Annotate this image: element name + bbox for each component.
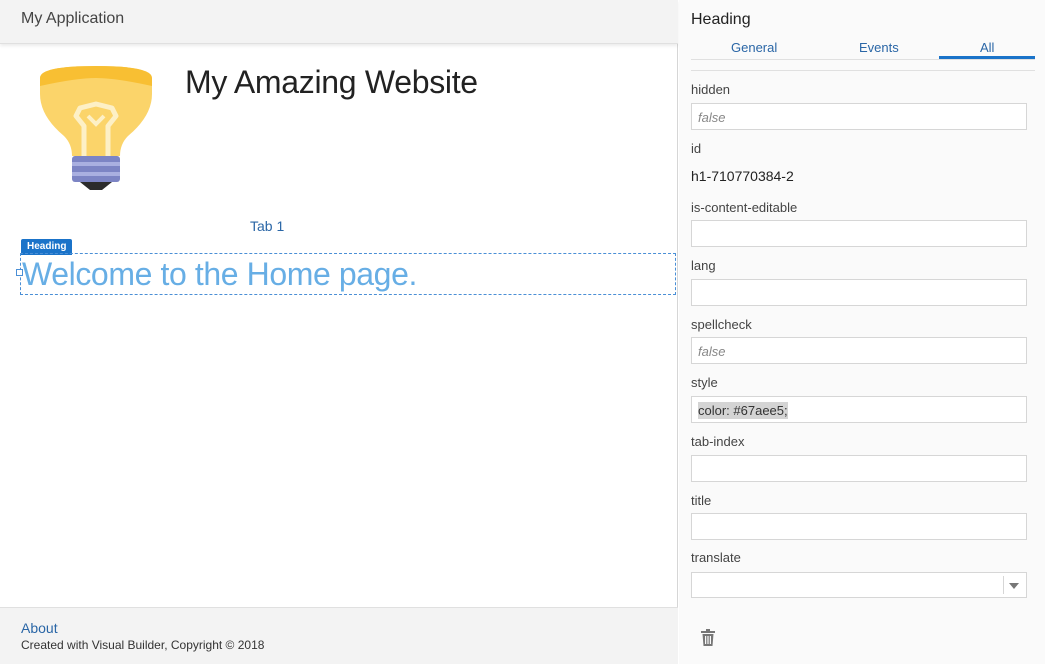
copyright-text: Created with Visual Builder, Copyright ©… (21, 638, 265, 652)
tab-1-label[interactable]: Tab 1 (250, 218, 284, 234)
chevron-down-icon[interactable] (1009, 583, 1019, 589)
app-header: My Application (0, 0, 678, 44)
page-canvas: My Application My Amazing Website Tab 1 … (0, 0, 678, 664)
tab-all[interactable]: All (980, 40, 994, 55)
about-link[interactable]: About (21, 620, 58, 636)
tab-index-label: tab-index (691, 434, 745, 449)
style-field-value: color: #67aee5; (698, 402, 788, 419)
site-title: My Amazing Website (185, 64, 478, 100)
style-field[interactable]: color: #67aee5; (691, 396, 1027, 423)
translate-select[interactable] (691, 572, 1027, 598)
lang-field[interactable] (691, 279, 1027, 306)
id-value: h1-710770384-2 (691, 168, 794, 184)
panel-title: Heading (691, 11, 751, 28)
title-field[interactable] (691, 513, 1027, 540)
style-label: style (691, 375, 718, 390)
spellcheck-label: spellcheck (691, 317, 752, 332)
welcome-heading[interactable]: Welcome to the Home page. (22, 256, 417, 293)
hidden-label: hidden (691, 82, 731, 97)
id-label: id (691, 141, 702, 156)
is-content-editable-field[interactable] (691, 220, 1027, 247)
select-separator (1003, 576, 1004, 594)
properties-panel: Heading General Events All hidden false … (679, 0, 1045, 664)
page-footer: About Created with Visual Builder, Copyr… (0, 607, 678, 664)
active-tab-indicator (939, 56, 1035, 59)
title-label: title (691, 493, 712, 508)
tab-divider (691, 70, 1035, 71)
translate-label: translate (691, 550, 741, 565)
trash-icon[interactable] (701, 629, 715, 646)
tab-index-field[interactable] (691, 455, 1027, 482)
app-title: My Application (21, 10, 125, 27)
lightbulb-icon (40, 66, 152, 190)
panel-tabs: General Events All (691, 38, 1035, 60)
is-content-editable-label: is-content-editable (691, 200, 798, 215)
tab-general[interactable]: General (731, 40, 777, 55)
hidden-field[interactable]: false (691, 103, 1027, 130)
spellcheck-field[interactable]: false (691, 337, 1027, 364)
tab-events[interactable]: Events (859, 40, 899, 55)
lang-label: lang (691, 258, 716, 273)
